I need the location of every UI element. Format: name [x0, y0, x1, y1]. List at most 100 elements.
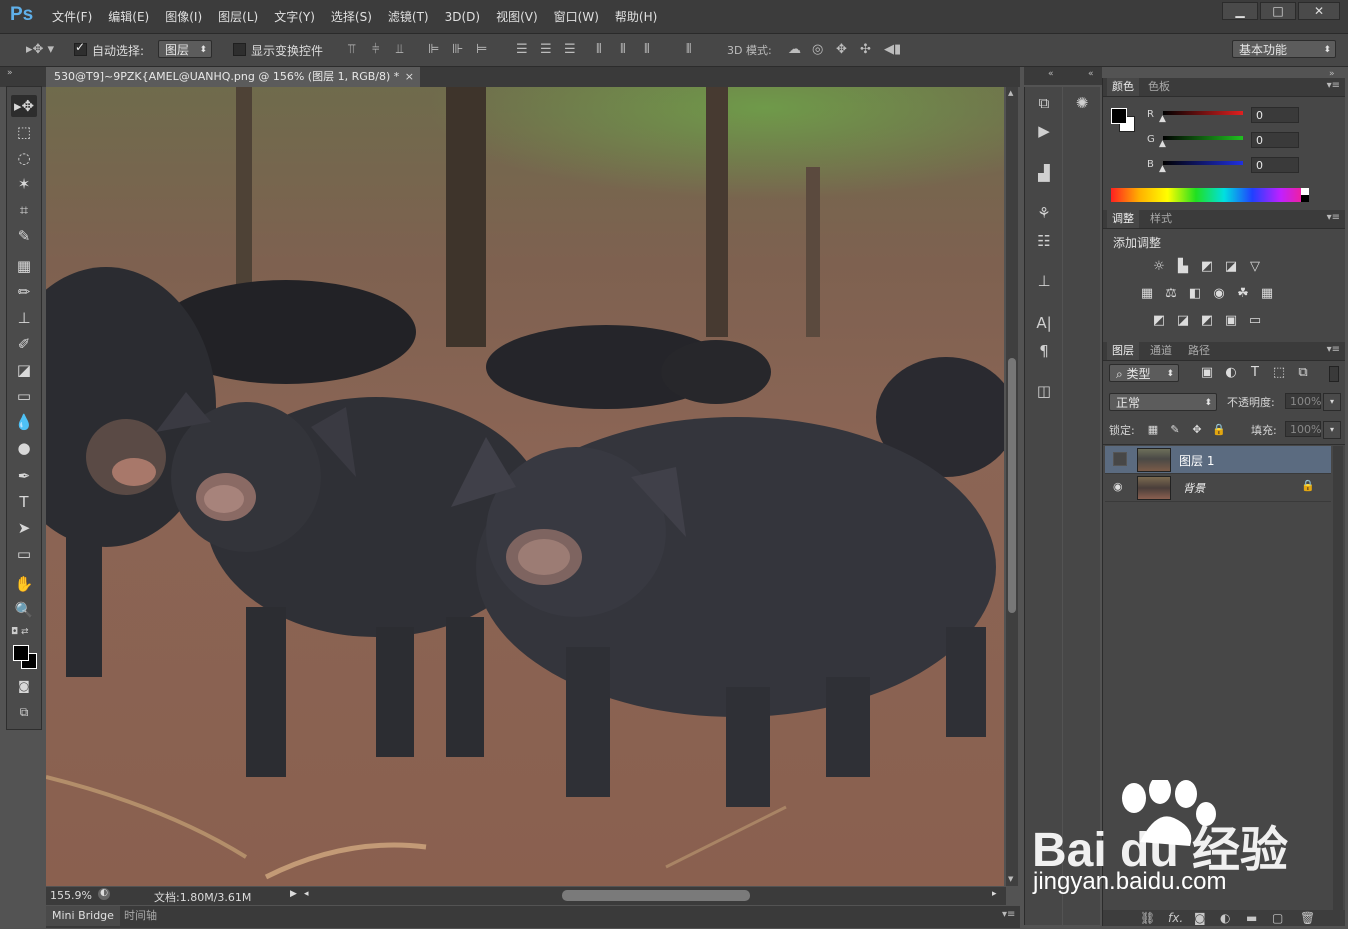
spectrum-white[interactable]: [1301, 188, 1309, 195]
layer-name[interactable]: 背景: [1183, 480, 1205, 496]
3d-scale-icon[interactable]: ◀▮: [884, 42, 901, 58]
workspace-dropdown[interactable]: 基本功能 ⬍: [1232, 40, 1336, 58]
slider-handle-icon[interactable]: ▲: [1159, 164, 1166, 174]
menu-select[interactable]: 选择(S): [323, 8, 380, 25]
gradient-tool-icon[interactable]: ▭: [11, 385, 37, 407]
add-mask-icon[interactable]: ◙: [1194, 911, 1206, 925]
selective-color-icon[interactable]: ▣: [1223, 314, 1239, 328]
document-tab[interactable]: 530@T9]~9PZK{AMEL@UANHQ.png @ 156% (图层 1…: [46, 67, 420, 87]
posterize-icon[interactable]: ◪: [1175, 314, 1191, 328]
color-lookup-icon[interactable]: ▦: [1259, 287, 1275, 301]
blur-tool-icon[interactable]: 💧: [11, 411, 37, 433]
scroll-right-icon[interactable]: ▸: [992, 889, 997, 899]
scroll-up-icon[interactable]: ▲: [1008, 89, 1013, 97]
collapse-arrows-icon[interactable]: »: [7, 68, 13, 78]
tab-mini-bridge[interactable]: Mini Bridge: [46, 906, 120, 926]
filter-toggle[interactable]: [1329, 366, 1339, 382]
blend-mode-dropdown[interactable]: 正常 ⬍: [1109, 393, 1217, 411]
scroll-down-icon[interactable]: ▼: [1008, 875, 1013, 883]
exposure-icon[interactable]: ◪: [1223, 260, 1239, 274]
paragraph-icon[interactable]: ¶: [1034, 341, 1054, 361]
panel-menu-icon[interactable]: ▾≡: [1002, 909, 1015, 920]
align-bottom-icon[interactable]: ⫫: [396, 42, 403, 58]
quick-mask-icon[interactable]: ◙: [11, 675, 37, 697]
status-menu-arrow-icon[interactable]: ▶: [290, 889, 297, 899]
vibrance-icon[interactable]: ▽: [1247, 260, 1263, 274]
spectrum-black[interactable]: [1301, 195, 1309, 202]
filter-smart-object-icon[interactable]: ⧉: [1295, 366, 1311, 380]
layer-filter-dropdown[interactable]: ⌕ 类型 ⬍: [1109, 364, 1179, 382]
visibility-toggle-empty[interactable]: [1113, 452, 1127, 466]
color-spectrum[interactable]: [1111, 188, 1309, 202]
tab-styles[interactable]: 样式: [1145, 210, 1177, 228]
distribute-left-icon[interactable]: ⦀: [596, 42, 602, 58]
layer-row-background[interactable]: ◉ 背景 🔒: [1105, 474, 1331, 502]
fill-dropdown-icon[interactable]: ▾: [1323, 421, 1341, 439]
menu-filter[interactable]: 滤镜(T): [380, 8, 437, 25]
healing-brush-tool-icon[interactable]: ▦: [11, 255, 37, 277]
canvas-image[interactable]: [46, 87, 1004, 886]
show-transform-checkbox[interactable]: [233, 43, 246, 56]
type-tool-icon[interactable]: T: [11, 491, 37, 513]
clone-stamp-tool-icon[interactable]: ⊥: [11, 307, 37, 329]
maximize-button[interactable]: □: [1260, 2, 1296, 20]
auto-select-target-dropdown[interactable]: 图层 ⬍: [158, 40, 212, 58]
panel-menu-icon[interactable]: ▾≡: [1327, 80, 1340, 91]
history-icon[interactable]: ⧉: [1034, 93, 1054, 113]
align-right-icon[interactable]: ⊨: [476, 42, 487, 58]
gradient-map-icon[interactable]: ▭: [1247, 314, 1263, 328]
collapse-icon-2[interactable]: «: [1088, 69, 1094, 79]
curves-icon[interactable]: ◩: [1199, 260, 1215, 274]
invert-icon[interactable]: ◩: [1151, 314, 1167, 328]
menu-image[interactable]: 图像(I): [157, 8, 210, 25]
magic-wand-tool-icon[interactable]: ✶: [11, 173, 37, 195]
value-b[interactable]: 0: [1251, 157, 1299, 173]
marquee-tool-icon[interactable]: ⬚: [11, 121, 37, 143]
collapse-icon[interactable]: «: [1048, 69, 1054, 79]
lock-all-icon[interactable]: 🔒: [1211, 423, 1227, 437]
slider-handle-icon[interactable]: ▲: [1159, 139, 1166, 149]
lock-transparent-icon[interactable]: ▦: [1145, 423, 1161, 437]
distribute-hcenter-icon[interactable]: ⦀: [620, 42, 626, 58]
3d-slide-icon[interactable]: ✣: [860, 42, 871, 58]
align-top-icon[interactable]: ⫪: [348, 42, 355, 58]
scroll-left-icon[interactable]: ◂: [304, 889, 309, 899]
path-selection-tool-icon[interactable]: ➤: [11, 517, 37, 539]
black-white-icon[interactable]: ◧: [1187, 287, 1203, 301]
tab-swatches[interactable]: 色板: [1143, 78, 1175, 96]
photo-filter-icon[interactable]: ◉: [1211, 287, 1227, 301]
value-r[interactable]: 0: [1251, 107, 1299, 123]
layer-name[interactable]: 图层 1: [1179, 452, 1214, 469]
distribute-bottom-icon[interactable]: ☰: [564, 42, 576, 58]
tool-presets-icon[interactable]: ✺: [1072, 93, 1092, 113]
lock-image-icon[interactable]: ✎: [1167, 423, 1183, 437]
character-icon[interactable]: A|: [1034, 313, 1054, 333]
actions-play-icon[interactable]: ▶: [1034, 121, 1054, 141]
opacity-value[interactable]: 100%: [1285, 393, 1321, 409]
tab-color[interactable]: 颜色: [1107, 78, 1139, 96]
brush-settings-icon[interactable]: ☷: [1034, 231, 1054, 251]
fx-icon[interactable]: fx.: [1168, 911, 1183, 925]
panel-menu-icon[interactable]: ▾≡: [1327, 344, 1340, 355]
pen-tool-icon[interactable]: ✒: [11, 465, 37, 487]
clone-source-icon[interactable]: ⊥: [1034, 271, 1054, 291]
distribute-vcenter-icon[interactable]: ☰: [540, 42, 552, 58]
slider-r[interactable]: [1163, 111, 1243, 115]
eye-icon[interactable]: ◉: [1113, 480, 1123, 493]
3d-pan-icon[interactable]: ✥: [836, 42, 847, 58]
3d-rotate-icon[interactable]: ☁: [788, 42, 801, 58]
opacity-dropdown-icon[interactable]: ▾: [1323, 393, 1341, 411]
eraser-tool-icon[interactable]: ◪: [11, 359, 37, 381]
screen-mode-icon[interactable]: ⧉: [11, 701, 37, 723]
auto-align-icon[interactable]: ⫴: [686, 42, 691, 58]
3d-panel-icon[interactable]: ◫: [1034, 381, 1054, 401]
tab-paths[interactable]: 路径: [1183, 342, 1215, 360]
filter-adjustment-icon[interactable]: ◐: [1223, 366, 1239, 380]
history-brush-tool-icon[interactable]: ✐: [11, 333, 37, 355]
rectangle-tool-icon[interactable]: ▭: [11, 543, 37, 565]
align-vcenter-icon[interactable]: ⫩: [372, 42, 379, 58]
levels-icon[interactable]: ▙: [1175, 260, 1191, 274]
tab-adjustments[interactable]: 调整: [1107, 210, 1139, 228]
color-swatches[interactable]: [11, 643, 37, 671]
auto-select-checkbox[interactable]: [74, 40, 87, 56]
